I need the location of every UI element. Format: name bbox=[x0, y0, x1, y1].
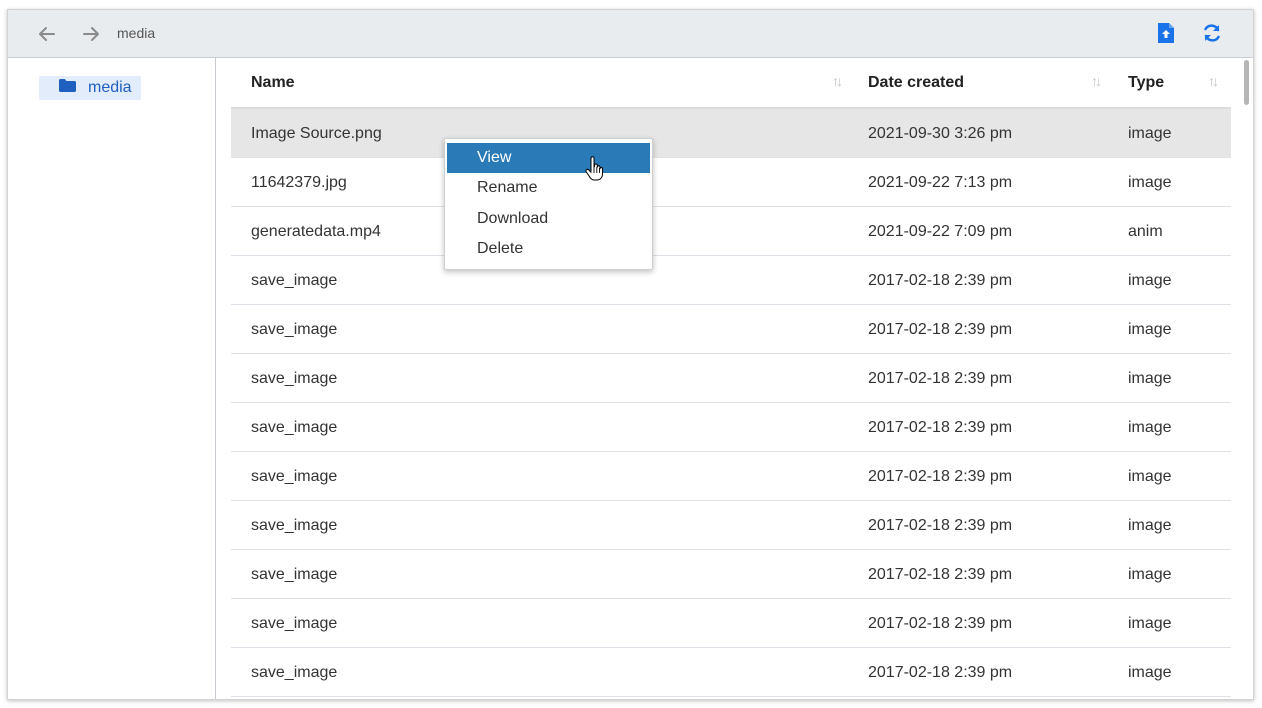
column-header-date[interactable]: Date created bbox=[868, 74, 964, 92]
file-name-cell: save_image bbox=[251, 370, 338, 387]
file-name-cell: save_image bbox=[251, 517, 338, 534]
context-menu-rename[interactable]: Rename bbox=[447, 173, 650, 203]
hand-cursor-icon bbox=[585, 156, 603, 187]
date-created-cell: 2017-02-18 2:39 pm bbox=[868, 419, 1013, 436]
scrollbar[interactable] bbox=[1244, 60, 1249, 105]
table-body: Image Source.png 2021-09-30 3:26 pm image 1… bbox=[231, 109, 1231, 697]
file-type-cell: image bbox=[1128, 370, 1172, 387]
folder-label: media bbox=[88, 79, 132, 96]
table-header: Name ↑↓ Date created ↑↓ Type ↑↓ bbox=[231, 58, 1231, 109]
file-type-cell: anim bbox=[1128, 223, 1163, 240]
file-name-cell: save_image bbox=[251, 566, 338, 583]
date-created-cell: 2017-02-18 2:39 pm bbox=[868, 272, 1013, 289]
file-name-cell: save_image bbox=[251, 419, 338, 436]
table-row[interactable]: save_image 2017-02-18 2:39 pm image bbox=[231, 403, 1231, 452]
refresh-icon[interactable] bbox=[1200, 21, 1224, 45]
sort-icon[interactable]: ↑↓ bbox=[1091, 73, 1102, 89]
file-name-cell: save_image bbox=[251, 272, 338, 289]
file-type-cell: image bbox=[1128, 615, 1172, 632]
file-type-cell: image bbox=[1128, 321, 1172, 338]
file-type-cell: image bbox=[1128, 125, 1172, 142]
file-type-cell: image bbox=[1128, 664, 1172, 681]
context-menu-view[interactable]: View bbox=[447, 143, 650, 173]
table-row[interactable]: save_image 2017-02-18 2:39 pm image bbox=[231, 354, 1231, 403]
toolbar: media bbox=[8, 10, 1253, 58]
file-upload-icon[interactable] bbox=[1154, 21, 1178, 45]
file-type-cell: image bbox=[1128, 517, 1172, 534]
table-row[interactable]: save_image 2017-02-18 2:39 pm image bbox=[231, 452, 1231, 501]
file-name-cell: save_image bbox=[251, 615, 338, 632]
column-header-type[interactable]: Type bbox=[1128, 74, 1164, 92]
file-manager-window: media media Name ↑↓ Date created ↑↓ Type… bbox=[7, 9, 1254, 700]
folder-icon bbox=[59, 79, 76, 97]
file-name-cell: Image Source.png bbox=[251, 125, 382, 142]
file-type-cell: image bbox=[1128, 468, 1172, 485]
file-type-cell: image bbox=[1128, 566, 1172, 583]
date-created-cell: 2017-02-18 2:39 pm bbox=[868, 321, 1013, 338]
breadcrumb[interactable]: media bbox=[117, 25, 155, 41]
date-created-cell: 2017-02-18 2:39 pm bbox=[868, 370, 1013, 387]
file-type-cell: image bbox=[1128, 272, 1172, 289]
date-created-cell: 2021-09-30 3:26 pm bbox=[868, 125, 1013, 142]
column-header-name[interactable]: Name bbox=[251, 74, 295, 92]
table-row[interactable]: save_image 2017-02-18 2:39 pm image bbox=[231, 599, 1231, 648]
date-created-cell: 2021-09-22 7:13 pm bbox=[868, 174, 1013, 191]
file-name-cell: save_image bbox=[251, 664, 338, 681]
file-name-cell: 11642379.jpg bbox=[251, 174, 347, 191]
arrow-right-icon[interactable] bbox=[80, 23, 102, 45]
table-row[interactable]: save_image 2017-02-18 2:39 pm image bbox=[231, 648, 1231, 697]
table-row[interactable]: generatedata.mp4 2021-09-22 7:09 pm anim bbox=[231, 207, 1231, 256]
file-type-cell: image bbox=[1128, 419, 1172, 436]
sort-icon[interactable]: ↑↓ bbox=[1208, 73, 1219, 89]
date-created-cell: 2017-02-18 2:39 pm bbox=[868, 566, 1013, 583]
context-menu: View Rename Download Delete bbox=[444, 138, 653, 270]
date-created-cell: 2021-09-22 7:09 pm bbox=[868, 223, 1013, 240]
table-row[interactable]: save_image 2017-02-18 2:39 pm image bbox=[231, 305, 1231, 354]
context-menu-delete[interactable]: Delete bbox=[447, 234, 650, 264]
date-created-cell: 2017-02-18 2:39 pm bbox=[868, 468, 1013, 485]
date-created-cell: 2017-02-18 2:39 pm bbox=[868, 615, 1013, 632]
folder-item-media[interactable]: media bbox=[39, 76, 141, 100]
file-name-cell: save_image bbox=[251, 468, 338, 485]
date-created-cell: 2017-02-18 2:39 pm bbox=[868, 517, 1013, 534]
context-menu-download[interactable]: Download bbox=[447, 204, 650, 234]
table-row[interactable]: Image Source.png 2021-09-30 3:26 pm image bbox=[231, 109, 1231, 158]
table-row[interactable]: save_image 2017-02-18 2:39 pm image bbox=[231, 550, 1231, 599]
sort-icon[interactable]: ↑↓ bbox=[832, 73, 843, 89]
file-type-cell: image bbox=[1128, 174, 1172, 191]
folder-tree: media bbox=[8, 58, 216, 699]
table-row[interactable]: save_image 2017-02-18 2:39 pm image bbox=[231, 256, 1231, 305]
date-created-cell: 2017-02-18 2:39 pm bbox=[868, 664, 1013, 681]
arrow-left-icon[interactable] bbox=[36, 23, 58, 45]
file-table: Name ↑↓ Date created ↑↓ Type ↑↓ Image So… bbox=[231, 58, 1231, 697]
file-name-cell: save_image bbox=[251, 321, 338, 338]
table-row[interactable]: save_image 2017-02-18 2:39 pm image bbox=[231, 501, 1231, 550]
file-list: Name ↑↓ Date created ↑↓ Type ↑↓ Image So… bbox=[216, 58, 1253, 699]
table-row[interactable]: 11642379.jpg 2021-09-22 7:13 pm image bbox=[231, 158, 1231, 207]
file-name-cell: generatedata.mp4 bbox=[251, 223, 381, 240]
